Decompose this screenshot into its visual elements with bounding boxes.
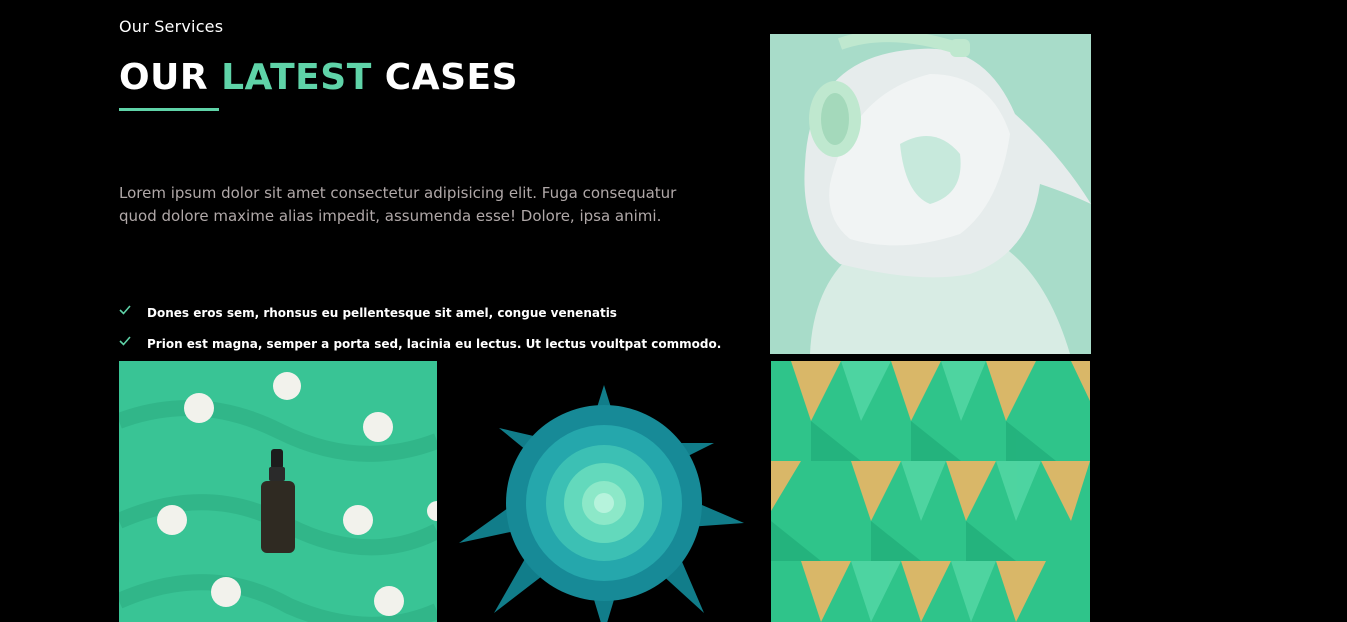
headphones-girl-image[interactable] [770, 34, 1091, 354]
heading-accent: LATEST [221, 57, 372, 98]
feature-checklist: Dones eros sem, rhonsus eu pellentesque … [119, 304, 721, 366]
heading-part-2: CASES [384, 57, 519, 98]
heading-part-1: OUR [119, 57, 209, 98]
heading-underline [119, 108, 219, 111]
check-icon [119, 336, 131, 346]
checklist-item: Dones eros sem, rhonsus eu pellentesque … [119, 304, 721, 335]
geometric-pattern-image[interactable] [771, 361, 1090, 622]
bottle-pearls-image[interactable] [119, 361, 437, 622]
paper-flower-image[interactable] [456, 378, 756, 622]
section-description: Lorem ipsum dolor sit amet consectetur a… [119, 184, 677, 225]
check-icon [119, 305, 131, 315]
checklist-item-text: Dones eros sem, rhonsus eu pellentesque … [147, 306, 617, 320]
services-eyebrow: Our Services [119, 17, 224, 36]
section-heading: OUR LATEST CASES [119, 56, 518, 100]
checklist-item-text: Prion est magna, semper a porta sed, lac… [147, 337, 722, 351]
